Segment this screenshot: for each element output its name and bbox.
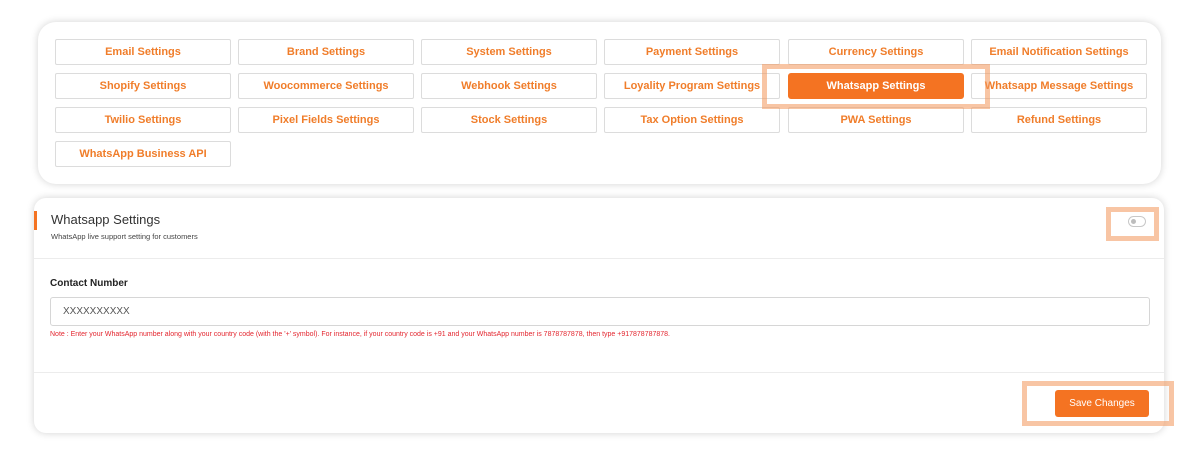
tab-email-notification-settings[interactable]: Email Notification Settings <box>971 39 1147 65</box>
tab-payment-settings[interactable]: Payment Settings <box>604 39 780 65</box>
tab-brand-settings[interactable]: Brand Settings <box>238 39 414 65</box>
tab-currency-settings[interactable]: Currency Settings <box>788 39 964 65</box>
tab-refund-settings[interactable]: Refund Settings <box>971 107 1147 133</box>
contact-number-label: Contact Number <box>50 278 128 289</box>
tab-twilio-settings[interactable]: Twilio Settings <box>55 107 231 133</box>
save-changes-button[interactable]: Save Changes <box>1055 390 1149 417</box>
section-subtitle: WhatsApp live support setting for custom… <box>51 232 198 241</box>
whatsapp-settings-card: Whatsapp Settings WhatsApp live support … <box>34 198 1164 433</box>
section-title: Whatsapp Settings <box>51 212 161 227</box>
header-divider <box>34 258 1164 259</box>
tab-shopify-settings[interactable]: Shopify Settings <box>55 73 231 99</box>
tab-stock-settings[interactable]: Stock Settings <box>421 107 597 133</box>
tab-pixel-fields-settings[interactable]: Pixel Fields Settings <box>238 107 414 133</box>
tab-pwa-settings[interactable]: PWA Settings <box>788 107 964 133</box>
whatsapp-enable-toggle[interactable] <box>1128 216 1146 227</box>
contact-number-input[interactable] <box>50 297 1150 326</box>
tab-tax-option-settings[interactable]: Tax Option Settings <box>604 107 780 133</box>
tab-loyality-program-settings[interactable]: Loyality Program Settings <box>604 73 780 99</box>
settings-tabs-panel: Email Settings Brand Settings System Set… <box>38 22 1161 184</box>
tab-whatsapp-message-settings[interactable]: Whatsapp Message Settings <box>971 73 1147 99</box>
tab-email-settings[interactable]: Email Settings <box>55 39 231 65</box>
section-accent-bar <box>34 211 37 230</box>
footer-divider <box>34 372 1164 373</box>
tab-whatsapp-business-api[interactable]: WhatsApp Business API <box>55 141 231 167</box>
tab-whatsapp-settings[interactable]: Whatsapp Settings <box>788 73 964 99</box>
tab-webhook-settings[interactable]: Webhook Settings <box>421 73 597 99</box>
tab-system-settings[interactable]: System Settings <box>421 39 597 65</box>
tab-woocommerce-settings[interactable]: Woocommerce Settings <box>238 73 414 99</box>
toggle-knob <box>1131 219 1136 224</box>
contact-number-note: Note : Enter your WhatsApp number along … <box>50 331 670 338</box>
